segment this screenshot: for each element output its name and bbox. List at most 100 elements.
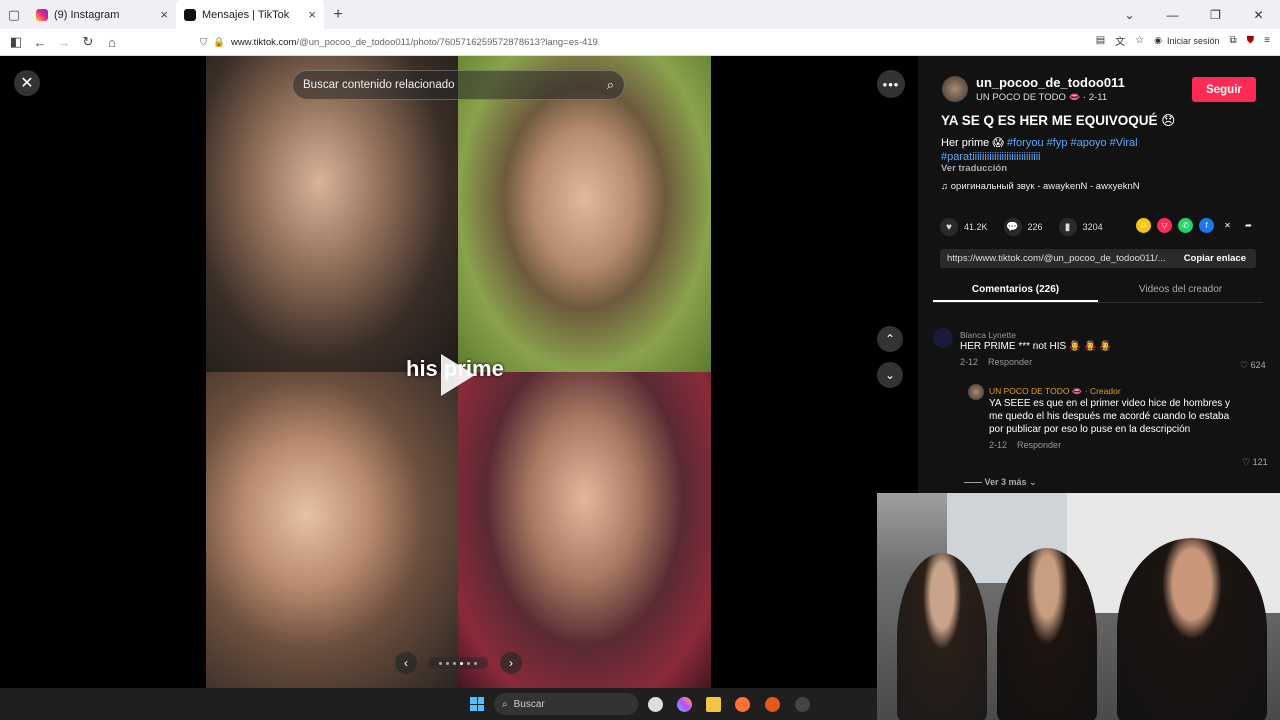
post-title: YA SE Q ES HER ME EQUIVOQUÉ 😞 [941,113,1176,128]
close-tab-icon[interactable]: × [160,7,168,22]
browser-nav-bar: ◧ ← → ↻ ⌂ ⛉ 🔒 www.tiktok.com/@un_pocoo_d… [0,29,1280,56]
whatsapp-icon[interactable]: ✆ [1178,218,1193,233]
bookmark-icon: ▮ [1058,218,1077,236]
x-icon[interactable]: ✕ [1220,218,1235,233]
tab-comments[interactable]: Comentarios (226) [933,279,1098,302]
reload-icon[interactable]: ↻ [76,34,100,50]
tab-overflow-icon[interactable]: ⌄ [1108,8,1151,22]
app-icon[interactable] [648,697,663,712]
comment-like-count: 624 [1250,360,1266,370]
browser-icon[interactable] [765,697,780,712]
reply-item: UN POCO DE TODO 👄 · Creador YA SEEE es q… [989,386,1234,450]
hashtag-link[interactable]: #fyp [1047,137,1068,149]
copilot-icon[interactable] [677,697,692,712]
comment-author[interactable]: Bianca Lynette [960,330,1230,340]
collage-photo-3 [206,372,458,688]
webcam-person-1 [897,553,987,720]
hashtag-link[interactable]: #Viral [1110,137,1138,149]
windows-taskbar: ⌕ Buscar [0,688,880,720]
tab-list-icon[interactable]: ▢ [0,7,28,23]
carousel-next-icon[interactable]: › [500,652,522,674]
like-button[interactable]: ♥ 41.2K [940,218,988,236]
extensions-icon[interactable]: ⧉ [1230,35,1237,46]
save-count: 3204 [1082,222,1103,232]
reply-avatar[interactable] [968,384,984,400]
minimize-icon[interactable]: — [1151,8,1194,22]
webcam-person-3 [1117,538,1267,720]
taskbar-search[interactable]: ⌕ Buscar [494,693,638,715]
maximize-icon[interactable]: ❐ [1194,8,1237,22]
photo-viewer: ✕ Buscar contenido relacionado ⌕ ••• his… [0,56,918,688]
comment-button[interactable]: 💬 226 [1003,218,1043,236]
copy-link-button[interactable]: Copiar enlace [1174,249,1256,268]
window-controls: ⌄ — ❐ ✕ [1108,0,1280,29]
screen: ▢ (9) Instagram × Mensajes | TikTok × + … [0,0,1280,720]
carousel-prev-icon[interactable]: ‹ [395,652,417,674]
facebook-icon[interactable]: f [1199,218,1214,233]
new-tab-button[interactable]: + [324,6,352,24]
webcam-overlay [877,493,1280,720]
bookmark-star-icon[interactable]: ☆ [1135,35,1144,46]
windows-start-icon[interactable] [470,697,484,711]
tab-creator-videos[interactable]: Videos del creador [1098,279,1263,302]
comment-avatar[interactable] [933,328,953,348]
forward-icon[interactable]: → [52,35,76,50]
next-post-icon[interactable]: ⌄ [877,362,903,388]
reply-author[interactable]: UN POCO DE TODO 👄 · Creador [989,386,1234,397]
panel-tabs: Comentarios (226) Videos del creador [933,279,1263,303]
reply-button[interactable]: Responder [1017,440,1061,450]
sidebar-icon[interactable]: ◧ [4,34,28,50]
post-username[interactable]: un_pocoo_de_todoo011 [976,75,1125,90]
tab-tiktok[interactable]: Mensajes | TikTok × [176,0,324,29]
post-link-text: https://www.tiktok.com/@un_pocoo_de_todo… [947,253,1166,264]
share-buttons: ☺ ▽ ✆ f ✕ ➦ [1136,218,1256,233]
avatar[interactable] [942,76,968,102]
play-icon[interactable] [441,354,475,396]
close-window-icon[interactable]: ✕ [1237,8,1280,22]
nav-right: ▤ 文 ☆ ◉ Iniciar sesión ⧉ ⛊ ≡ [1096,33,1270,48]
comment-count: 226 [1027,222,1043,232]
follow-button[interactable]: Seguir [1192,77,1256,102]
obs-icon[interactable] [795,697,810,712]
folder-icon[interactable] [706,697,721,712]
url-bar[interactable]: ⛉ 🔒 www.tiktok.com/@un_pocoo_de_todoo011… [200,32,1060,53]
translate-icon[interactable]: 文 [1115,33,1125,48]
comment-item: Bianca Lynette HER PRIME *** not HIS 🧛‍♀… [960,330,1230,367]
reply-date: 2-12 [989,440,1008,450]
reader-view-icon[interactable]: ▤ [1096,35,1105,46]
save-button[interactable]: ▮ 3204 [1058,218,1103,236]
webcam-person-2 [997,548,1097,720]
reply-like[interactable]: ♡ 121 [1242,457,1268,468]
see-translation-link[interactable]: Ver traducción [941,163,1007,174]
signin-label: Iniciar sesión [1166,35,1220,46]
related-search-input[interactable]: Buscar contenido relacionado ⌕ [292,70,625,100]
home-icon[interactable]: ⌂ [100,35,124,50]
reply-button[interactable]: Responder [988,357,1032,367]
search-placeholder: Buscar contenido relacionado [303,79,455,91]
ublock-icon[interactable]: ⛊ [1247,35,1255,46]
menu-icon[interactable]: ≡ [1264,35,1270,46]
firefox-icon[interactable] [735,697,750,712]
close-icon[interactable]: ✕ [14,70,40,96]
previous-post-icon[interactable]: ⌃ [877,326,903,352]
comment-date: 2-12 [960,357,979,367]
back-icon[interactable]: ← [28,35,52,50]
signin-button[interactable]: ◉ Iniciar sesión [1154,35,1219,46]
hashtag-link[interactable]: #apoyo [1071,137,1107,149]
browser-tab-bar: ▢ (9) Instagram × Mensajes | TikTok × + … [0,0,1280,29]
post-link-field[interactable]: https://www.tiktok.com/@un_pocoo_de_todo… [940,249,1256,268]
share-arrow-icon[interactable]: ➦ [1241,218,1256,233]
more-options-icon[interactable]: ••• [877,70,905,98]
comment-like[interactable]: ♡ 624 [1240,360,1266,371]
send-share-icon[interactable]: ▽ [1157,218,1172,233]
hashtag-link[interactable]: #paratiiiiiiiiiiiiiiiiiiiiiiiiiiii [941,151,1041,163]
emoji-share-icon[interactable]: ☺ [1136,218,1151,233]
view-more-replies[interactable]: —— Ver 3 más ⌄ [964,477,1037,488]
lock-icon: 🔒 [213,37,225,48]
close-tab-icon[interactable]: × [308,7,316,22]
search-icon[interactable]: ⌕ [607,77,614,93]
tab-instagram[interactable]: (9) Instagram × [28,0,176,29]
view-more-label: Ver 3 más ⌄ [984,477,1037,487]
sound-link[interactable]: ♫ оригинальный звук - awaykenN - awxyekn… [941,181,1140,192]
hashtag-link[interactable]: #foryou [1007,137,1044,149]
